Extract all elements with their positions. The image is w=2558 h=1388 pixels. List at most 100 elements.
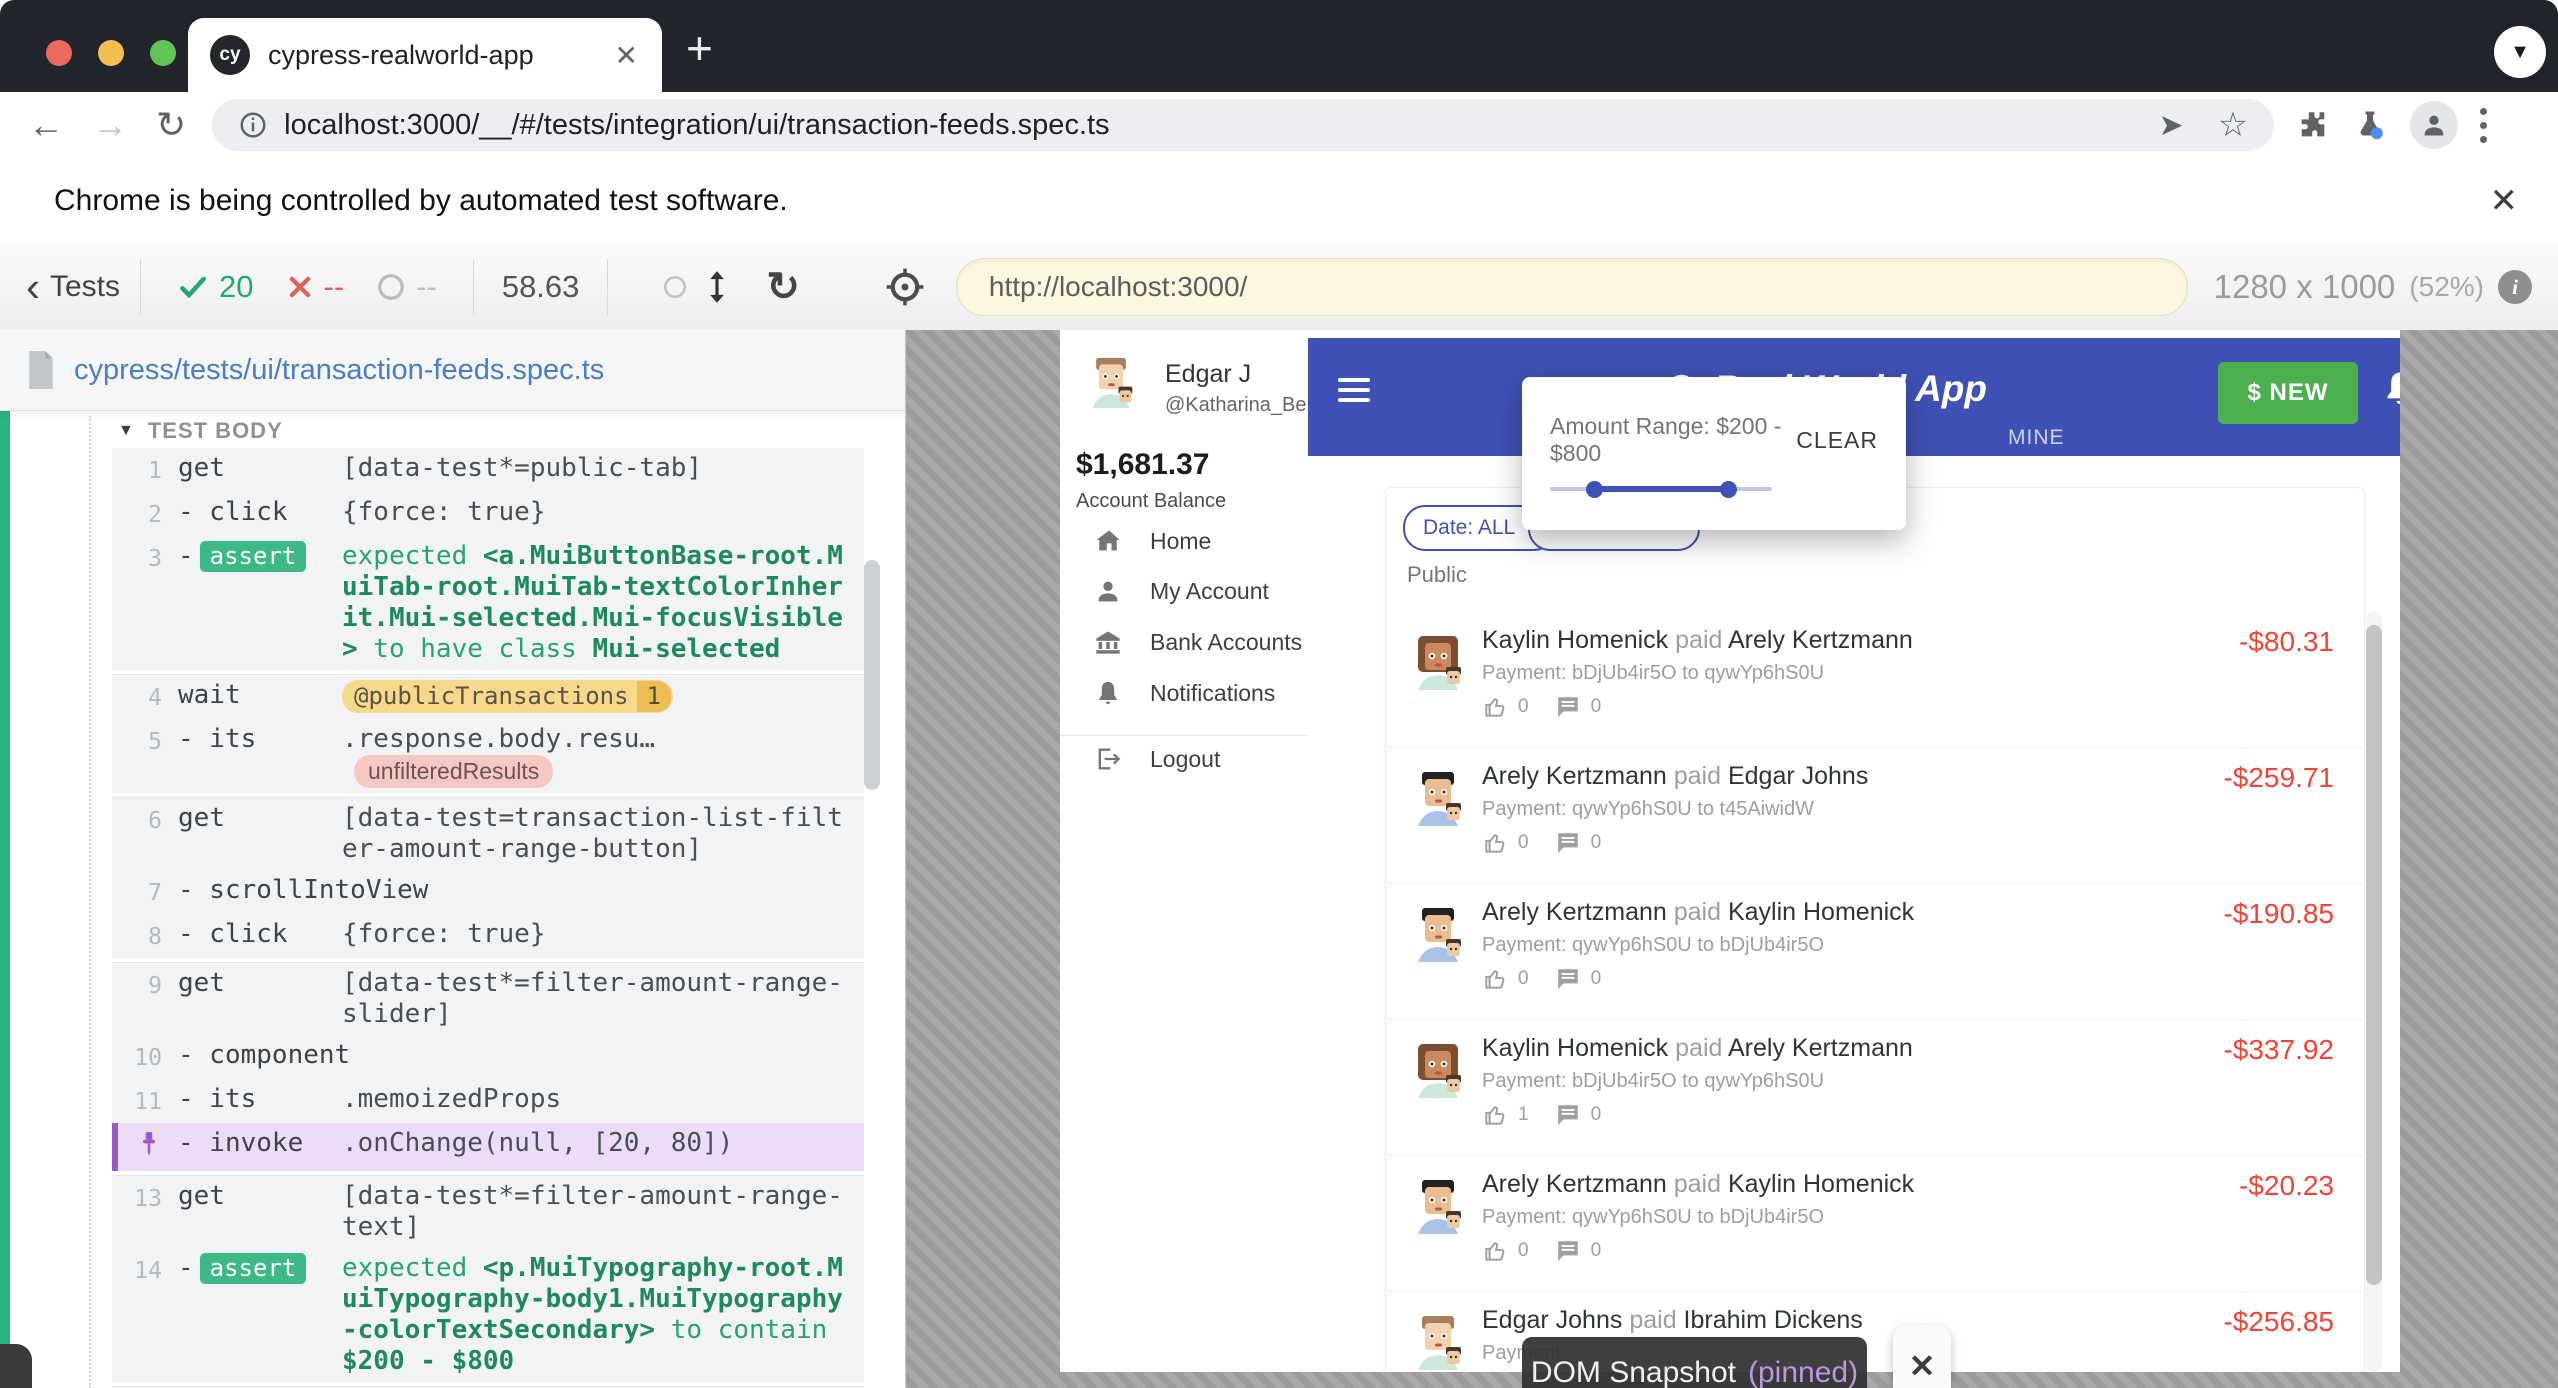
aut-url-text: http://localhost:3000/ xyxy=(989,271,1247,303)
transaction-title: Kaylin Homenick paid Arely Kertzmann xyxy=(1482,626,1913,655)
banner-close-icon[interactable]: ✕ xyxy=(2490,181,2519,221)
command-row[interactable]: 9get[data-test*=filter-amount-range-slid… xyxy=(112,962,864,1035)
maximize-window-button[interactable] xyxy=(150,40,176,66)
back-to-tests-button[interactable]: ‹ Tests xyxy=(26,270,120,304)
unpin-snapshot-button[interactable]: ✕ xyxy=(1893,1325,1951,1388)
like-icon[interactable] xyxy=(1482,1102,1508,1128)
command-method: - invoke xyxy=(178,1128,328,1166)
command-row[interactable]: 4wait@publicTransactions1 xyxy=(112,674,864,719)
command-method: get xyxy=(178,453,328,487)
url-text[interactable]: localhost:3000/__/#/tests/integration/ui… xyxy=(284,109,2158,142)
transaction-item[interactable]: Arely Kertzmann paid Kaylin Homenick Pay… xyxy=(1386,1156,2362,1292)
transaction-item[interactable]: Arely Kertzmann paid Kaylin Homenick Pay… xyxy=(1386,884,2362,1020)
duration-label: 58.63 xyxy=(502,269,580,305)
passed-count[interactable]: 20 xyxy=(177,269,253,305)
command-method: - its xyxy=(178,724,328,788)
pending-count[interactable]: -- xyxy=(376,269,437,305)
test-body-header[interactable]: ▼ TEST BODY xyxy=(118,418,283,444)
pin-icon xyxy=(118,1128,162,1166)
cypress-favicon-icon: cy xyxy=(210,35,250,75)
clear-filter-button[interactable]: CLEAR xyxy=(1796,427,1878,454)
like-icon[interactable] xyxy=(1482,1238,1508,1264)
transaction-amount: -$256.85 xyxy=(2223,1306,2334,1338)
browser-menu-icon[interactable] xyxy=(2480,108,2488,143)
aut-url-bar[interactable]: http://localhost:3000/ xyxy=(956,258,2188,316)
command-row[interactable]: 6get[data-test=transaction-list-filter-a… xyxy=(112,797,864,870)
command-row[interactable]: 14 -assertexpected <p.MuiTypography-root… xyxy=(112,1248,864,1382)
slider-thumb-max[interactable] xyxy=(1720,481,1737,498)
reporter-scrollbar[interactable] xyxy=(864,560,880,790)
command-row[interactable]: 8 - click{force: true} xyxy=(112,914,864,958)
route-alias-pill: @publicTransactions1 xyxy=(342,680,673,713)
sidebar-item-notifications[interactable]: Notifications xyxy=(1060,668,1308,718)
comment-icon[interactable] xyxy=(1555,966,1581,992)
comment-icon[interactable] xyxy=(1555,1102,1581,1128)
transaction-title: Arely Kertzmann paid Kaylin Homenick xyxy=(1482,1170,1914,1199)
list-scrollbar[interactable] xyxy=(2366,625,2382,1285)
site-info-icon[interactable] xyxy=(238,110,268,140)
snapshot-label: DOM Snapshot xyxy=(1531,1356,1736,1388)
comment-icon[interactable] xyxy=(1555,694,1581,720)
failed-count[interactable]: -- xyxy=(286,269,345,305)
command-message: [data-test=transaction-list-filter-amoun… xyxy=(342,803,856,865)
sidebar-item-logout[interactable]: Logout xyxy=(1060,734,1308,784)
like-icon[interactable] xyxy=(1482,694,1508,720)
address-bar[interactable]: localhost:3000/__/#/tests/integration/ui… xyxy=(212,99,2274,151)
amount-range-slider[interactable] xyxy=(1550,481,1772,497)
command-row[interactable]: 11 - its.memoizedProps xyxy=(112,1079,864,1123)
spec-path-link[interactable]: cypress/tests/ui/transaction-feeds.spec.… xyxy=(74,354,604,387)
command-message: expected <p.MuiTypography-root.MuiTypogr… xyxy=(342,1253,856,1377)
slider-thumb-min[interactable] xyxy=(1586,481,1603,498)
browser-tab[interactable]: cy cypress-realworld-app ✕ xyxy=(188,18,662,92)
command-method: - click xyxy=(178,497,328,531)
window-caret-button[interactable]: ▼ xyxy=(2494,26,2546,78)
payee-name: Arely Kertzmann xyxy=(1728,626,1913,654)
forward-icon[interactable]: → xyxy=(92,104,128,146)
selector-playground-icon[interactable] xyxy=(884,266,926,308)
auto-scrolling-toggle[interactable] xyxy=(662,270,730,304)
back-icon[interactable]: ← xyxy=(28,104,64,146)
transaction-item[interactable]: Kaylin Homenick paid Arely Kertzmann Pay… xyxy=(1386,612,2362,748)
transaction-avatar xyxy=(1410,1178,1466,1234)
browser-profile-avatar[interactable] xyxy=(2410,101,2458,149)
send-icon[interactable]: ➤ xyxy=(2159,108,2184,143)
flask-extension-icon[interactable] xyxy=(2352,107,2388,143)
comment-icon[interactable] xyxy=(1555,830,1581,856)
command-row[interactable]: - invoke.onChange(null, [20, 80]) xyxy=(112,1123,864,1171)
close-window-button[interactable] xyxy=(46,40,72,66)
command-row[interactable]: 10 - component xyxy=(112,1035,864,1079)
sidebar-item-bank-accounts[interactable]: Bank Accounts xyxy=(1060,617,1308,667)
sidebar-item-home[interactable]: Home xyxy=(1060,516,1308,566)
rerun-tests-icon[interactable]: ↻ xyxy=(766,264,800,310)
command-row[interactable]: 7 - scrollIntoView xyxy=(112,870,864,914)
new-transaction-button[interactable]: $ NEW xyxy=(2218,362,2358,424)
tab-close-icon[interactable]: ✕ xyxy=(615,39,638,72)
transaction-item[interactable]: Kaylin Homenick paid Arely Kertzmann Pay… xyxy=(1386,1020,2362,1156)
sidebar-item-my-account[interactable]: My Account xyxy=(1060,566,1308,616)
command-row[interactable]: 2 - click{force: true} xyxy=(112,492,864,536)
command-row[interactable]: 1get[data-test*=public-tab] xyxy=(112,448,864,492)
notifications-bell[interactable]: 8 xyxy=(2380,368,2400,438)
like-icon[interactable] xyxy=(1482,830,1508,856)
payment-detail: Payment: bDjUb4ir5O to qywYp6hS0U xyxy=(1482,662,1824,685)
command-row[interactable]: 3 -assertexpected <a.MuiButtonBase-root.… xyxy=(112,536,864,670)
payer-name: Arely Kertzmann xyxy=(1482,1170,1667,1198)
hamburger-menu-icon[interactable] xyxy=(1338,372,1370,408)
command-row[interactable]: 5 - its.response.body.resu…unfilteredRes… xyxy=(112,719,864,793)
minimize-window-button[interactable] xyxy=(98,40,124,66)
new-tab-button[interactable]: + xyxy=(686,28,713,68)
command-row[interactable]: 13get[data-test*=filter-amount-range-tex… xyxy=(112,1175,864,1248)
bookmark-star-icon[interactable]: ☆ xyxy=(2218,105,2248,145)
comment-icon[interactable] xyxy=(1555,1238,1581,1264)
bell-icon xyxy=(2380,368,2400,412)
like-icon[interactable] xyxy=(1482,966,1508,992)
screen: cy cypress-realworld-app ✕ + ▼ ← → ↻ loc… xyxy=(0,0,2558,1388)
info-icon[interactable]: i xyxy=(2498,270,2532,304)
tab-mine[interactable]: MINE xyxy=(2008,426,2065,450)
runner-stage: cypress/tests/ui/transaction-feeds.spec.… xyxy=(0,330,2558,1388)
reload-icon[interactable]: ↻ xyxy=(156,104,186,146)
extensions-puzzle-icon[interactable] xyxy=(2296,108,2330,142)
like-count: 0 xyxy=(1518,1240,1529,1262)
command-number: 8 xyxy=(112,919,162,953)
transaction-item[interactable]: Arely Kertzmann paid Edgar Johns Payment… xyxy=(1386,748,2362,884)
